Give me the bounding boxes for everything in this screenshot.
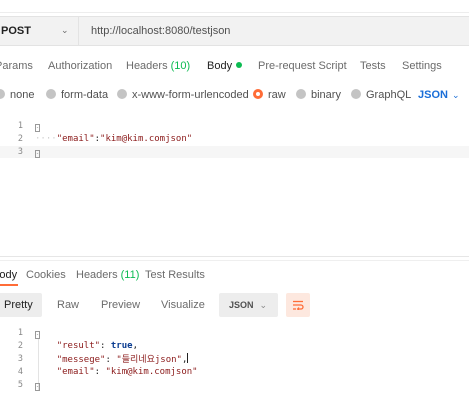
body-format-select[interactable]: JSON ⌄ [418,86,460,104]
tab-response-headers[interactable]: Headers (11) [76,265,139,285]
headers-count: (10) [170,60,191,72]
url-input[interactable]: http://localhost:8080/testjson [78,16,469,46]
fold-icon[interactable]: - [35,124,40,132]
tab-authorization[interactable]: Authorization [48,56,112,76]
tab-headers[interactable]: Headers (10) [126,56,190,76]
view-pretty[interactable]: Pretty [0,293,42,317]
headers-count: (11) [120,269,140,281]
request-tabs: Params Authorization Headers (10) Body P… [0,56,469,76]
json-key: "messege" [56,355,106,365]
json-value: "kim@kim.comjson" [105,367,198,377]
radio-raw[interactable]: raw [253,86,286,104]
fold-icon[interactable]: - [35,331,40,339]
request-body-editor[interactable]: 1 - 2 ····"email":"kim@kim.comjson" 3 - [0,113,469,253]
code-line: 2 ····"email":"kim@kim.comjson" [17,134,193,144]
divider [0,260,469,261]
chevron-down-icon: ⌄ [259,300,268,310]
tab-body[interactable]: Body [207,56,243,76]
view-preview[interactable]: Preview [101,293,140,317]
radio-form-data[interactable]: form-data [46,86,108,104]
radio-binary[interactable]: binary [296,86,341,104]
text-cursor [187,353,189,363]
code-line: 3 "messege": "들리네요json", [17,353,189,365]
active-tab-indicator [0,284,18,286]
tab-response-body[interactable]: Body [0,265,17,285]
radio-icon [46,89,56,99]
radio-x-www-form-urlencoded[interactable]: x-www-form-urlencoded [117,86,249,104]
json-value: true [110,341,133,351]
radio-icon [0,89,5,99]
code-line: 2 "result": true, [17,341,138,351]
json-value: "들리네요json" [116,355,182,365]
code-line: 5 - [17,380,40,391]
json-key: "result" [56,341,101,351]
radio-icon [117,89,127,99]
tab-cookies[interactable]: Cookies [26,265,66,285]
view-visualize[interactable]: Visualize [161,293,205,317]
json-key: "email" [56,367,95,377]
code-line: 1 - [17,121,40,132]
radio-none[interactable]: none [0,86,34,104]
chevron-down-icon: ⌄ [451,90,460,100]
tab-params[interactable]: Params [0,56,33,76]
tab-test-results[interactable]: Test Results [145,265,205,285]
code-line: 4 "email": "kim@kim.comjson" [17,367,198,377]
radio-icon [296,89,306,99]
response-toolbar: Pretty Raw Preview Visualize JSON ⌄ [0,293,469,317]
url-text: http://localhost:8080/testjson [91,25,231,37]
method-label: POST [1,25,31,37]
response-body-viewer[interactable]: 1 - 2 "result": true, 3 "messege": "들리네요… [0,325,469,406]
view-raw[interactable]: Raw [57,293,79,317]
method-select[interactable]: POST ⌄ [0,16,78,46]
request-row: POST ⌄ http://localhost:8080/testjson [0,16,469,46]
chevron-down-icon: ⌄ [61,25,69,35]
json-value: "kim@kim.comjson" [100,134,193,144]
code-line: 3 - [0,146,469,158]
pane-divider[interactable] [0,256,469,257]
tab-settings[interactable]: Settings [402,56,442,76]
json-key: "email" [56,134,95,144]
radio-graphql[interactable]: GraphQL [351,86,411,104]
wrap-lines-icon [293,300,304,310]
fold-icon: - [35,383,40,391]
fold-icon: - [35,150,40,158]
modified-dot-icon [236,62,243,68]
top-bar [0,0,469,13]
wrap-lines-button[interactable] [286,293,310,317]
tab-tests[interactable]: Tests [360,56,386,76]
response-tabs: Body Cookies Headers (11) Test Results [0,265,469,283]
tab-pre-request-script[interactable]: Pre-request Script [258,56,347,76]
radio-icon [351,89,361,99]
body-type-options: none form-data x-www-form-urlencoded raw… [0,86,469,104]
radio-selected-icon [253,89,263,99]
code-line: 1 - [17,328,40,339]
response-format-select[interactable]: JSON ⌄ [219,293,278,317]
